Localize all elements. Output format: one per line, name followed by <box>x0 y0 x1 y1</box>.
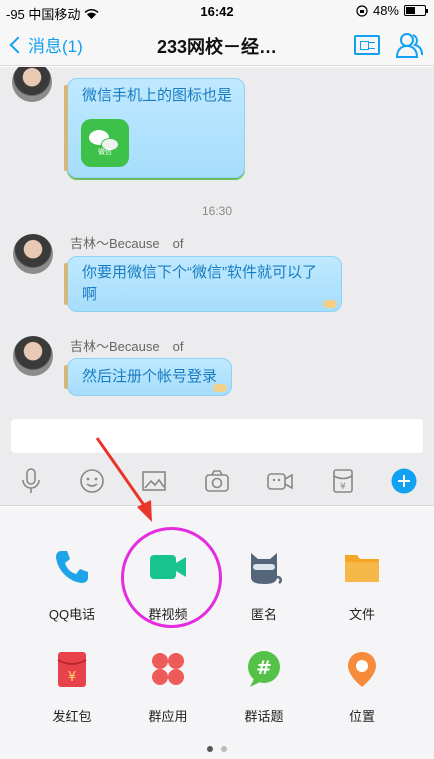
battery-percent: 48% <box>372 3 399 18</box>
group-card-icon[interactable] <box>354 35 380 55</box>
svg-text:#: # <box>256 657 272 679</box>
sender-name: 吉林～Because of <box>70 236 184 251</box>
microphone-icon[interactable] <box>18 468 44 494</box>
phone-icon <box>56 551 88 583</box>
location-pin-icon <box>348 652 376 687</box>
emoji-icon[interactable] <box>79 468 105 494</box>
camera-icon[interactable] <box>204 468 230 494</box>
sender-name: 吉林～Because of <box>70 339 184 354</box>
folder-icon <box>345 555 379 582</box>
item-label: 匿名 <box>250 607 277 622</box>
page-dot <box>221 746 227 752</box>
page-indicator[interactable] <box>0 739 434 757</box>
red-packet-item[interactable]: ¥ 发红包 <box>22 649 122 725</box>
location-item[interactable]: 位置 <box>312 649 412 725</box>
highlight-circle <box>121 527 222 628</box>
wechat-app-icon: 微信 <box>81 119 129 167</box>
message-bubble[interactable]: 你要用微信下个“微信”软件就可以了啊 <box>64 256 342 312</box>
anonymous-item[interactable]: 匿名 <box>214 547 314 623</box>
topic-hashtag-icon: # <box>248 651 280 687</box>
item-label: 群话题 <box>244 709 284 724</box>
avatar[interactable] <box>13 336 53 376</box>
group-members-icon[interactable] <box>394 30 424 60</box>
timestamp: 16:30 <box>201 204 233 218</box>
orientation-lock-icon <box>356 4 368 17</box>
qq-call-item[interactable]: QQ电话 <box>22 547 122 623</box>
bubble-decoration <box>213 384 227 392</box>
item-label: 位置 <box>348 709 375 724</box>
wechat-app-label: 微信 <box>98 149 112 156</box>
avatar[interactable] <box>13 234 53 274</box>
message-input[interactable] <box>11 419 423 453</box>
item-label: QQ电话 <box>48 607 96 622</box>
bubble-decoration <box>323 300 337 308</box>
message-bubble[interactable]: 微信手机上的图标也是 微信 <box>64 78 245 178</box>
message-text: 你要用微信下个“微信”软件就可以了啊 <box>82 264 317 303</box>
status-bar: -95 中国移动 16:42 48% <box>0 0 434 22</box>
message-text: 微信手机上的图标也是 <box>82 87 233 104</box>
more-plus-icon[interactable] <box>391 468 417 494</box>
anonymous-cat-icon <box>251 553 282 585</box>
input-toolbar: ¥ <box>0 458 434 506</box>
item-label: 发红包 <box>52 709 92 724</box>
nav-bar: 消息(1) 233网校－经… <box>0 22 434 66</box>
apps-icon <box>152 653 184 685</box>
group-apps-item[interactable]: 群应用 <box>118 649 218 725</box>
message-text: 然后注册个帐号登录 <box>82 368 218 385</box>
avatar[interactable] <box>12 67 52 102</box>
red-packet-icon: ¥ <box>57 652 87 687</box>
page-dot-active <box>207 746 213 752</box>
image-icon[interactable] <box>141 468 167 494</box>
battery-icon <box>404 5 428 16</box>
item-label: 群应用 <box>148 709 188 724</box>
message-bubble[interactable]: 然后注册个帐号登录 <box>64 358 232 396</box>
svg-text:¥: ¥ <box>68 670 76 685</box>
svg-text:¥: ¥ <box>340 482 346 492</box>
item-label: 文件 <box>348 607 375 622</box>
red-packet-toolbar-icon[interactable]: ¥ <box>330 468 356 494</box>
chat-area[interactable]: 微信手机上的图标也是 微信 16:30 吉林～Because of 你要用微信下… <box>0 67 434 458</box>
group-topic-item[interactable]: # 群话题 <box>214 649 314 725</box>
file-item[interactable]: 文件 <box>312 547 412 623</box>
more-panel: QQ电话 群视频 匿名 文件 ¥ 发红包 群应用 # 群话题 位置 <box>0 507 434 759</box>
video-chat-icon[interactable] <box>266 468 294 494</box>
